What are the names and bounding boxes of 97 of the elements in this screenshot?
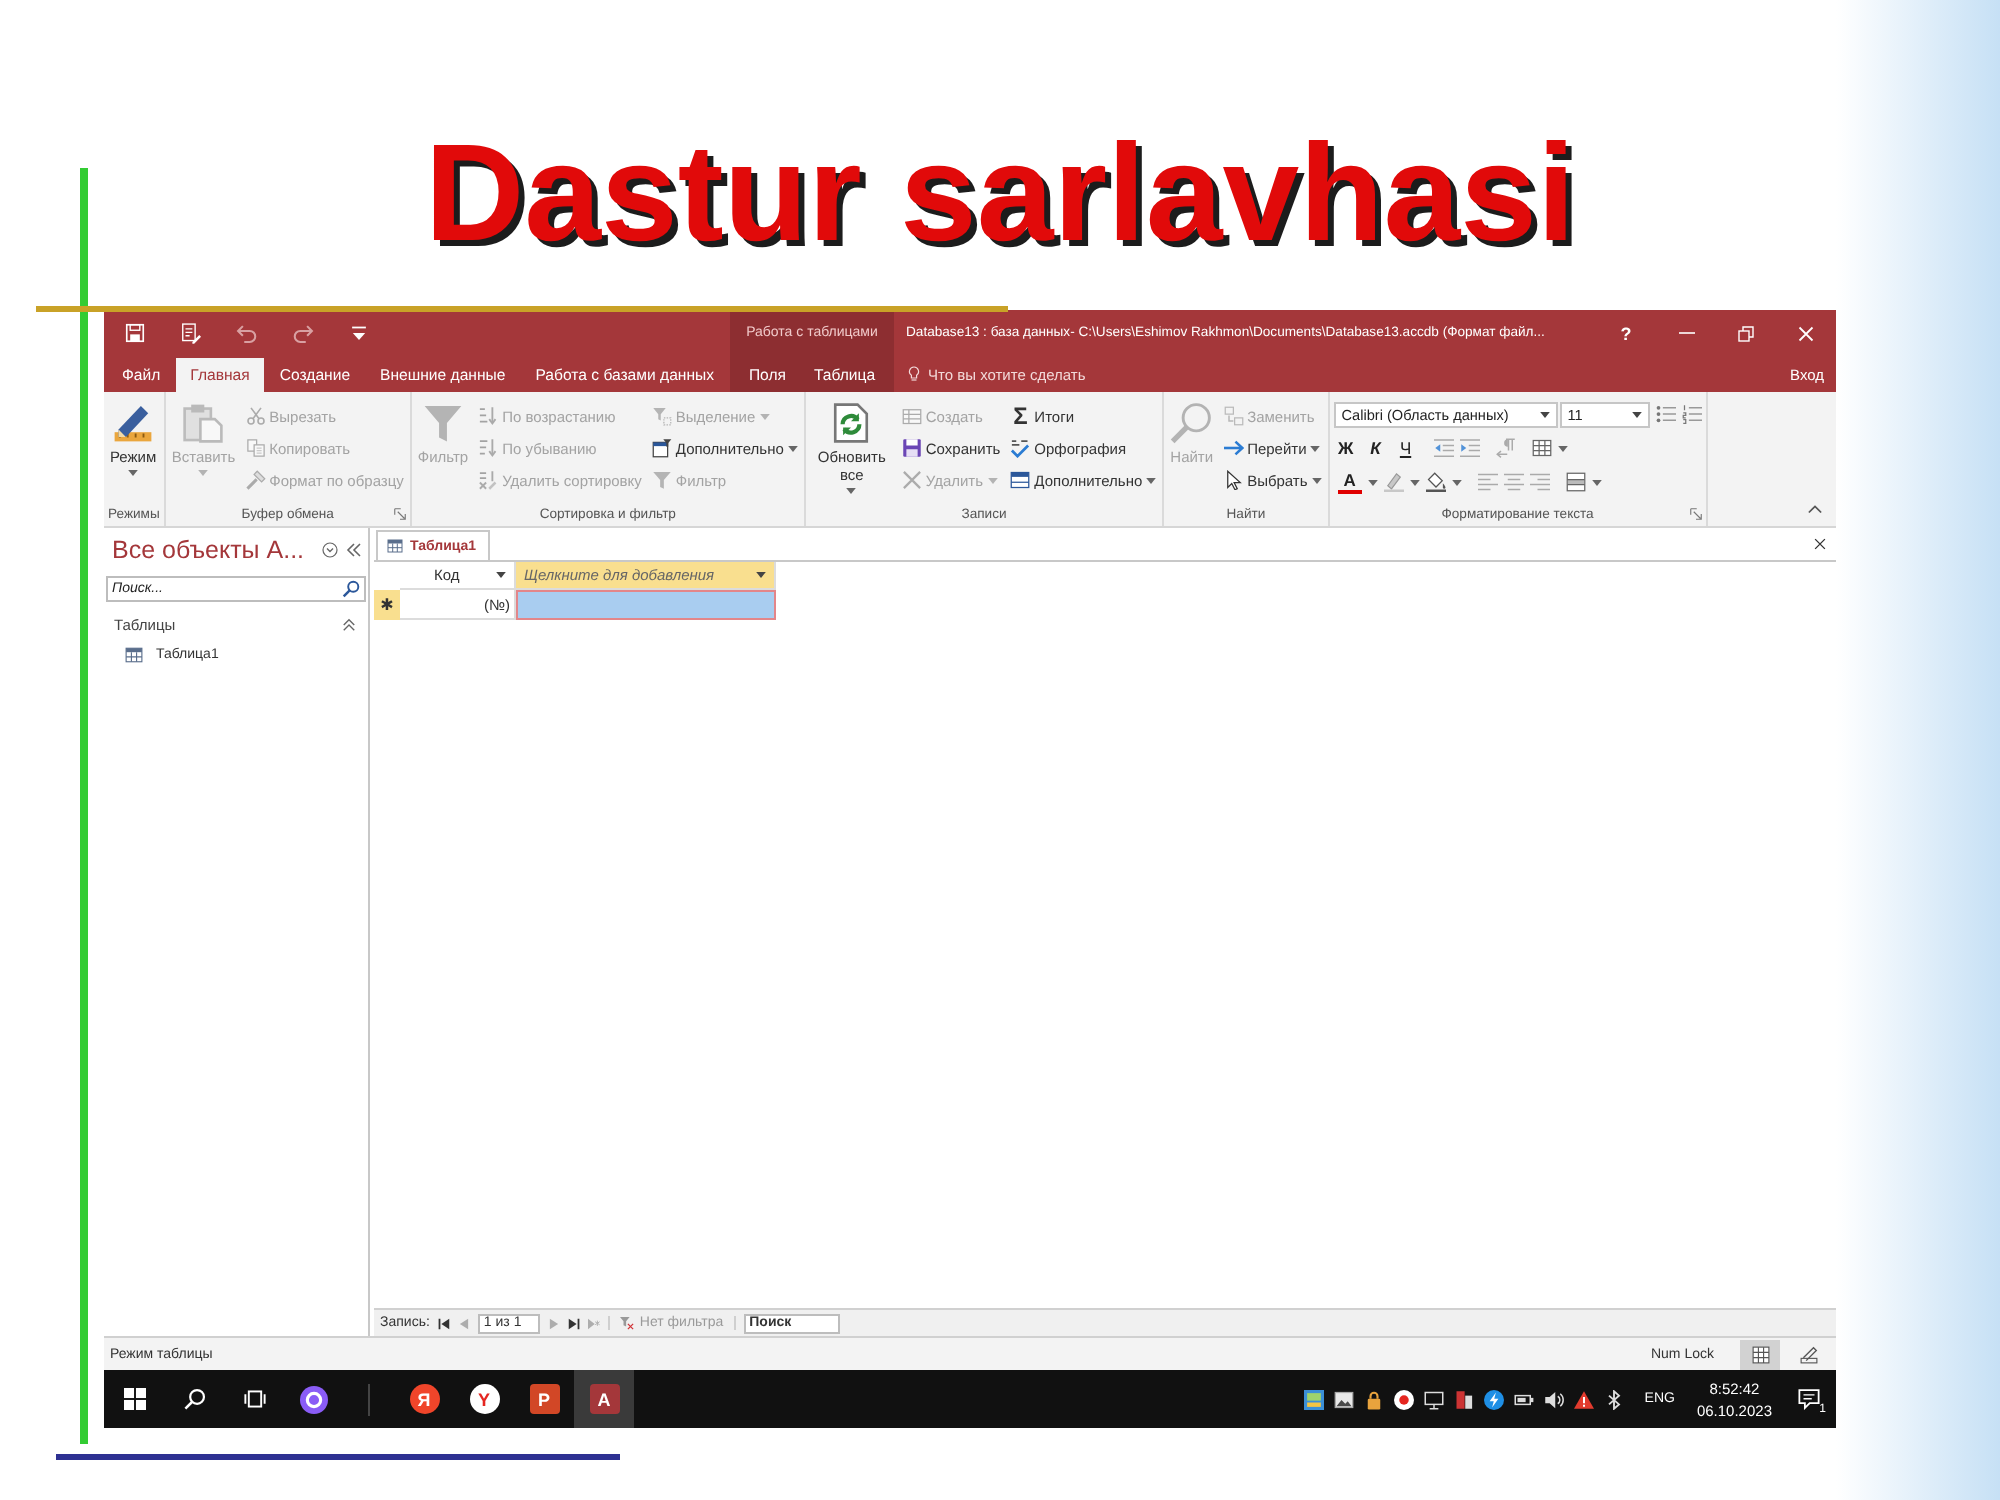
table-icon <box>901 406 922 426</box>
navigation-pane-title[interactable]: Все объекты A... <box>112 536 305 564</box>
dropdown-caret-icon[interactable] <box>348 322 370 344</box>
pencil-ruler-icon <box>1799 1345 1817 1363</box>
bold-button[interactable]: Ж <box>1333 437 1358 459</box>
bluetooth-icon[interactable] <box>1604 1389 1625 1409</box>
table-cell[interactable] <box>516 590 776 620</box>
windows-logo-icon[interactable] <box>123 1388 145 1410</box>
search-icon <box>342 580 360 598</box>
dropdown-caret-icon <box>1409 479 1420 485</box>
clear-sort-icon <box>478 470 499 490</box>
dropdown-caret-icon <box>1591 479 1602 485</box>
gridlines-icon[interactable] <box>1531 438 1552 458</box>
redo-icon[interactable] <box>292 322 314 344</box>
scissors-icon <box>245 406 266 426</box>
alternate-row-color-icon[interactable] <box>1565 472 1586 492</box>
caret-up-icon[interactable] <box>1808 504 1822 514</box>
document-edit-icon[interactable] <box>180 322 202 344</box>
spelling-check-icon <box>1010 438 1031 458</box>
funnel-icon <box>422 402 464 444</box>
table-icon <box>1010 470 1031 490</box>
app-icon: Я <box>409 1384 439 1414</box>
italic-button[interactable]: К <box>1363 437 1388 459</box>
filter-off-icon <box>619 1316 634 1330</box>
dropdown-caret-icon <box>756 572 766 578</box>
arrow-right-icon <box>1223 438 1244 458</box>
lightning-icon[interactable] <box>1484 1389 1505 1409</box>
decrease-indent-icon[interactable] <box>1433 438 1454 458</box>
lightbulb-icon <box>906 364 922 384</box>
save-icon <box>901 438 922 458</box>
undo-icon[interactable] <box>236 322 258 344</box>
table-icon <box>124 645 144 663</box>
slide-title: Dastur sarlavhasi <box>424 124 1576 262</box>
last-record-icon[interactable] <box>567 1317 580 1329</box>
dropdown-caret-icon <box>496 572 506 578</box>
first-record-icon[interactable] <box>437 1317 450 1329</box>
dropdown-caret-icon <box>1539 411 1550 417</box>
app-icon: A <box>589 1384 619 1414</box>
fill-bucket-icon[interactable] <box>1425 472 1446 492</box>
picture-icon[interactable] <box>1334 1389 1355 1409</box>
bullet-list-icon[interactable] <box>1655 404 1676 424</box>
table-icon <box>386 538 404 554</box>
funnel-icon <box>651 406 672 426</box>
advanced-filter-icon <box>651 438 672 458</box>
app-tile-icon[interactable] <box>1304 1389 1325 1409</box>
dialog-launcher-icon[interactable] <box>393 508 406 520</box>
dropdown-caret-icon <box>1557 445 1568 451</box>
help-button[interactable]: ? <box>1596 310 1656 356</box>
taskbar-app-button[interactable]: A <box>574 1370 634 1428</box>
battery-icon[interactable] <box>1514 1389 1535 1409</box>
monitor-icon[interactable] <box>1424 1389 1445 1409</box>
double-chevron-left-icon[interactable] <box>346 542 362 558</box>
padlock-icon[interactable] <box>1364 1389 1385 1409</box>
increase-indent-icon[interactable] <box>1459 438 1480 458</box>
sort-descending-icon <box>478 438 499 458</box>
record-selector[interactable]: ✱ <box>374 590 400 620</box>
close-icon[interactable] <box>1814 538 1826 550</box>
taskbar-app-button[interactable]: Я <box>394 1370 454 1428</box>
dialog-launcher-icon[interactable] <box>1689 508 1702 520</box>
pencil-ruler-icon <box>112 402 155 444</box>
sigma-icon: Σ <box>1010 404 1031 428</box>
app-icon: Y <box>469 1384 499 1414</box>
copy-icon <box>245 438 266 458</box>
search-icon[interactable] <box>183 1388 205 1410</box>
notification-icon[interactable] <box>1798 1388 1820 1410</box>
dropdown-caret-icon <box>1631 411 1642 417</box>
underline-button[interactable]: Ч <box>1393 437 1418 459</box>
sort-ascending-icon <box>478 406 499 426</box>
dropdown-circle-icon[interactable] <box>322 542 338 558</box>
clipboard-icon <box>182 402 225 444</box>
font-color-button[interactable]: A <box>1337 471 1362 493</box>
marker-icon[interactable] <box>1383 472 1404 492</box>
speaker-icon[interactable] <box>1544 1389 1565 1409</box>
delete-icon <box>901 470 922 490</box>
minimize-icon[interactable] <box>1677 332 1695 334</box>
dropdown-caret-icon <box>1451 479 1462 485</box>
replace-icon <box>1223 406 1244 426</box>
app-icon: P <box>529 1384 559 1414</box>
taskbar-app-button[interactable]: P <box>514 1370 574 1428</box>
bar-chart-icon[interactable] <box>1454 1389 1475 1409</box>
grid-icon <box>1751 1345 1769 1363</box>
refresh-icon <box>830 402 873 444</box>
datasheet-view-button[interactable] <box>1740 1339 1780 1369</box>
dropdown-caret-icon <box>1367 479 1378 485</box>
save-icon[interactable] <box>124 322 146 344</box>
warning-icon[interactable] <box>1574 1389 1595 1409</box>
cursor-icon <box>1223 470 1244 490</box>
search-icon <box>1170 402 1213 444</box>
double-chevron-up-icon[interactable] <box>342 617 356 631</box>
brush-icon <box>245 470 266 490</box>
numbered-list-icon[interactable] <box>1681 404 1702 424</box>
ring-icon[interactable] <box>300 1385 328 1413</box>
dot-circle-icon[interactable] <box>1394 1389 1415 1409</box>
restore-icon[interactable] <box>1738 325 1754 341</box>
task-view-icon[interactable] <box>243 1388 265 1410</box>
taskbar-app-button[interactable]: Y <box>454 1370 514 1428</box>
funnel-icon <box>651 470 672 490</box>
